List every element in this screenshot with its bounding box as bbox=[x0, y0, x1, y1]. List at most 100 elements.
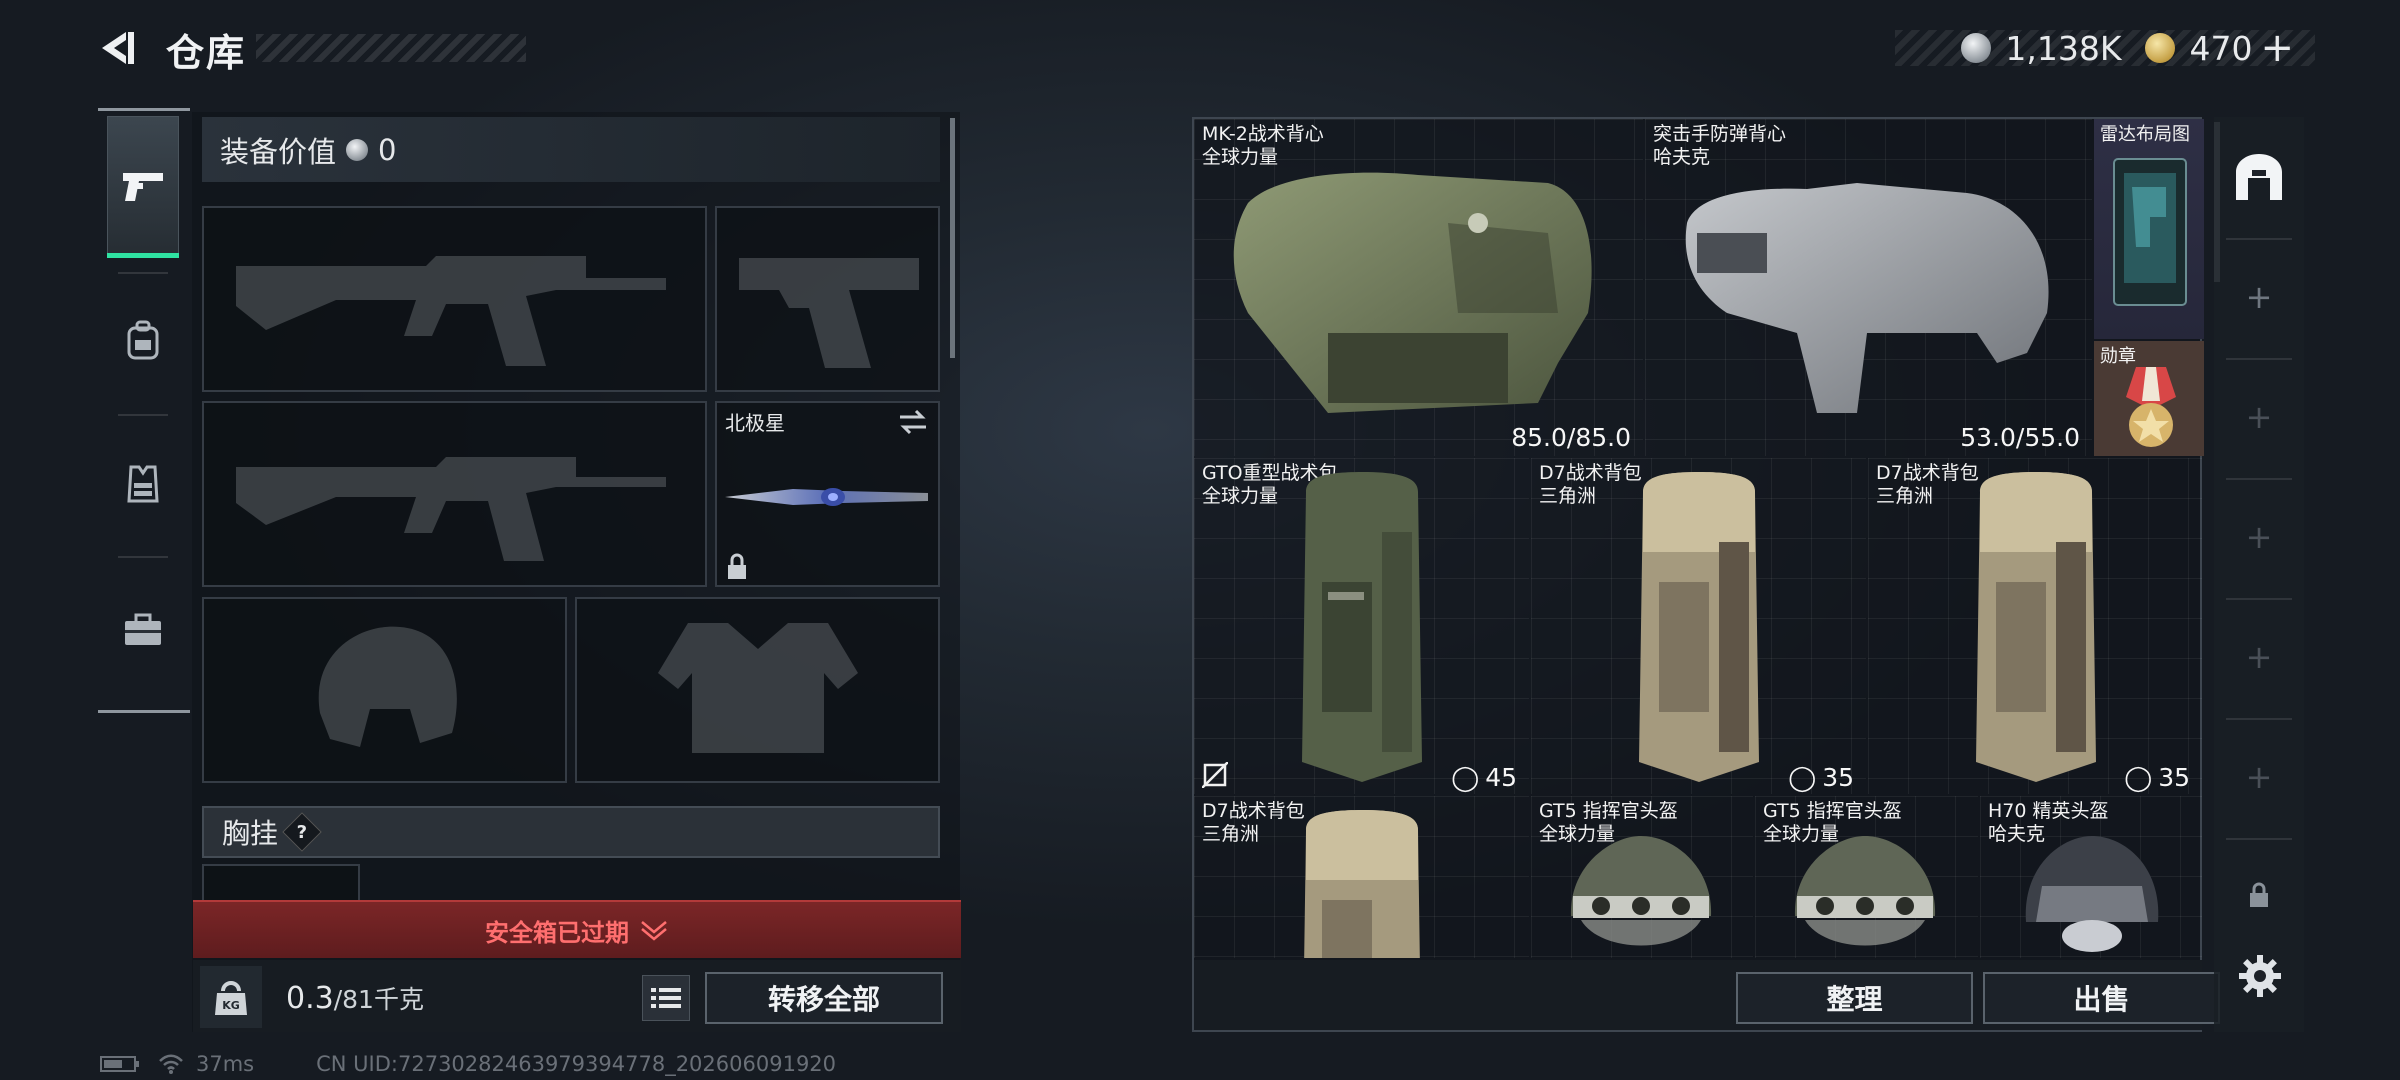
main-storage-tab[interactable] bbox=[2232, 150, 2286, 204]
weight-icon: KG bbox=[200, 966, 262, 1028]
equip-value-label: 装备价值 bbox=[220, 134, 337, 169]
rail-divider bbox=[118, 556, 168, 558]
gold-coin-icon bbox=[2145, 33, 2176, 63]
rail-divider bbox=[2226, 238, 2292, 240]
chevron-down-icon bbox=[641, 921, 667, 941]
chest-rig-slot[interactable] bbox=[202, 864, 360, 904]
rail-bottom-line bbox=[98, 710, 190, 713]
transfer-all-button[interactable]: 转移全部 bbox=[705, 972, 943, 1024]
item-durability: 85.0/85.0 bbox=[1511, 423, 1631, 452]
loadout-scrollbar[interactable] bbox=[950, 118, 955, 358]
item-name: D7战术背包 bbox=[1876, 462, 1979, 484]
add-storage-button[interactable]: + bbox=[2244, 521, 2274, 553]
stash-item-backpack[interactable]: GTO重型战术包 全球力量 ◯ 45 bbox=[1194, 458, 1529, 794]
helmet-silhouette-icon bbox=[318, 626, 457, 747]
stash-item-backpack[interactable]: D7战术背包 三角洲 bbox=[1194, 796, 1529, 958]
backpack-image bbox=[1304, 810, 1420, 958]
stash-item-helmet[interactable]: GT5 指挥官头盔 全球力量 bbox=[1755, 796, 1978, 958]
rail-divider bbox=[2226, 718, 2292, 720]
stash-item-helmet[interactable]: H70 精英头盔 哈夫克 bbox=[1980, 796, 2202, 958]
item-name: H70 精英头盔 bbox=[1988, 800, 2109, 822]
chest-rig-header: 胸挂 ? bbox=[202, 806, 940, 858]
vest-tab[interactable] bbox=[107, 414, 179, 554]
case-tab[interactable] bbox=[107, 560, 179, 700]
add-storage-button[interactable]: + bbox=[2244, 281, 2274, 313]
weight-current: 0.3 bbox=[286, 981, 334, 1016]
helmet-image bbox=[1570, 836, 1712, 946]
briefcase-icon bbox=[125, 613, 161, 645]
backpack-image bbox=[1302, 472, 1422, 782]
secondary-weapon-slot[interactable] bbox=[202, 401, 707, 587]
item-capacity: 45 bbox=[1485, 763, 1517, 792]
melee-slot[interactable]: 北极星 bbox=[715, 401, 940, 587]
swap-icon[interactable] bbox=[898, 409, 928, 435]
status-footer: 37ms CN UID:7273028246397939477​8_202606… bbox=[100, 1052, 836, 1076]
stash-item-vest[interactable]: MK-2战术背心 全球力量 85.0/85.0 bbox=[1194, 119, 1643, 456]
rail-divider bbox=[2226, 478, 2292, 480]
rail-divider bbox=[2226, 598, 2292, 600]
item-durability: 53.0/55.0 bbox=[1960, 423, 2080, 452]
stash-item-medal[interactable]: 勋章 bbox=[2094, 341, 2204, 456]
item-capacity: 35 bbox=[2158, 763, 2190, 792]
stash-item-radar-map[interactable]: 雷达布局图 bbox=[2094, 119, 2204, 339]
backpack-image bbox=[1976, 472, 2096, 782]
item-name: 突击手防弹背心 bbox=[1653, 123, 1787, 145]
weapon-tab[interactable] bbox=[107, 116, 179, 256]
stash-item-backpack[interactable]: D7战术背包 三角洲 ◯ 35 bbox=[1531, 458, 1866, 794]
backpack-tab[interactable] bbox=[107, 270, 179, 410]
helmet-slot[interactable] bbox=[202, 597, 567, 783]
back-button[interactable] bbox=[96, 26, 140, 70]
silver-balance: 1,138K bbox=[2005, 28, 2122, 68]
armor-slot[interactable] bbox=[575, 597, 940, 783]
locked-storage bbox=[2248, 882, 2270, 908]
sell-button[interactable]: 出售 bbox=[1983, 972, 2220, 1024]
safe-box-expired-banner[interactable]: 安全箱已过期 bbox=[193, 900, 961, 958]
item-brand: 三角洲 bbox=[1539, 485, 1597, 507]
stash-item-backpack[interactable]: D7战术背包 三角洲 ◯ 35 bbox=[1868, 458, 2202, 794]
lock-icon bbox=[2250, 882, 2268, 907]
user-uid: CN UID:7273028246397939477​8_20260609192… bbox=[316, 1052, 837, 1076]
stash-item-vest[interactable]: 突击手防弹背心 哈夫克 53.0/55.0 bbox=[1645, 119, 2092, 456]
item-name: D7战术背包 bbox=[1539, 462, 1642, 484]
primary-weapon-slot[interactable] bbox=[202, 206, 707, 392]
radar-map-image bbox=[2113, 158, 2187, 306]
item-name: 勋章 bbox=[2100, 346, 2136, 367]
silver-coin-icon bbox=[1961, 33, 1992, 63]
helmet-image bbox=[2025, 836, 2159, 952]
title-decoration bbox=[256, 34, 526, 62]
settings-button[interactable] bbox=[2238, 954, 2282, 998]
list-icon bbox=[651, 988, 681, 1008]
add-storage-button[interactable]: + bbox=[2244, 761, 2274, 793]
sidearm-slot[interactable] bbox=[715, 206, 940, 392]
ping-value: 37ms bbox=[196, 1052, 255, 1076]
battery-icon bbox=[100, 1056, 139, 1072]
sort-button[interactable]: 整理 bbox=[1736, 972, 1973, 1024]
add-storage-button[interactable]: + bbox=[2244, 401, 2274, 433]
warehouse-icon bbox=[2236, 154, 2282, 200]
item-name: GT5 指挥官头盔 bbox=[1539, 800, 1678, 822]
knife-icon bbox=[725, 488, 928, 506]
back-arrow-icon bbox=[102, 32, 134, 64]
add-currency-button[interactable]: + bbox=[2260, 25, 2294, 71]
rifle-silhouette-icon bbox=[236, 457, 666, 561]
rail-top-line bbox=[98, 108, 190, 111]
vest-icon bbox=[127, 465, 159, 503]
pistol-silhouette-icon bbox=[739, 258, 919, 368]
no-insurance-icon bbox=[1202, 762, 1228, 788]
capacity-icon: ◯ bbox=[1451, 763, 1480, 792]
add-storage-button[interactable]: + bbox=[2244, 641, 2274, 673]
capacity-icon: ◯ bbox=[1788, 763, 1817, 792]
stash-item-helmet[interactable]: GT5 指挥官头盔 全球力量 bbox=[1531, 796, 1753, 958]
item-brand: 三角洲 bbox=[1202, 823, 1260, 845]
top-bar: 仓库 bbox=[96, 18, 536, 78]
list-view-button[interactable] bbox=[642, 975, 690, 1021]
equip-value: 0 bbox=[378, 132, 397, 167]
weight-max: /81千克 bbox=[333, 985, 424, 1014]
item-capacity: 35 bbox=[1822, 763, 1854, 792]
help-icon[interactable]: ? bbox=[282, 812, 322, 852]
wifi-icon bbox=[159, 1054, 183, 1074]
rifle-silhouette-icon bbox=[236, 256, 666, 366]
gold-balance: 470 bbox=[2189, 28, 2253, 68]
item-name: D7战术背包 bbox=[1202, 800, 1305, 822]
svg-text:KG: KG bbox=[222, 999, 240, 1012]
